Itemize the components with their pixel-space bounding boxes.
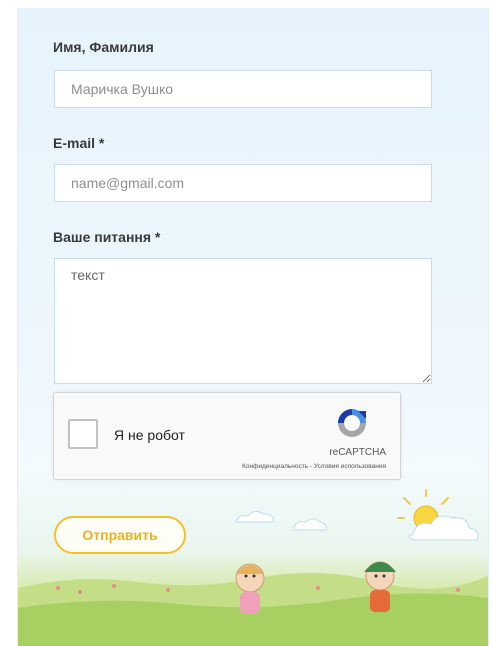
message-label: Ваше питання * xyxy=(53,229,161,245)
name-input[interactable] xyxy=(54,70,432,108)
meadow-illustration xyxy=(18,489,488,646)
cloud-icon xyxy=(235,510,479,541)
recaptcha-checkbox-label: Я не робот xyxy=(114,427,185,443)
feedback-form-panel: Имя, Фамилия E-mail * Ваше питання * Я н… xyxy=(17,8,489,646)
recaptcha-checkbox[interactable] xyxy=(68,419,98,449)
name-label: Имя, Фамилия xyxy=(53,39,154,55)
recaptcha-widget: Я не робот reCAPTCHA Конфиденциальность … xyxy=(53,392,401,480)
recaptcha-logo-icon xyxy=(338,409,366,437)
email-label: E-mail * xyxy=(53,135,105,151)
recaptcha-brand: reCAPTCHA xyxy=(329,447,386,458)
email-input[interactable] xyxy=(54,164,432,202)
message-textarea[interactable] xyxy=(54,258,432,384)
recaptcha-links[interactable]: Конфиденциальность - Условия использован… xyxy=(242,463,386,470)
